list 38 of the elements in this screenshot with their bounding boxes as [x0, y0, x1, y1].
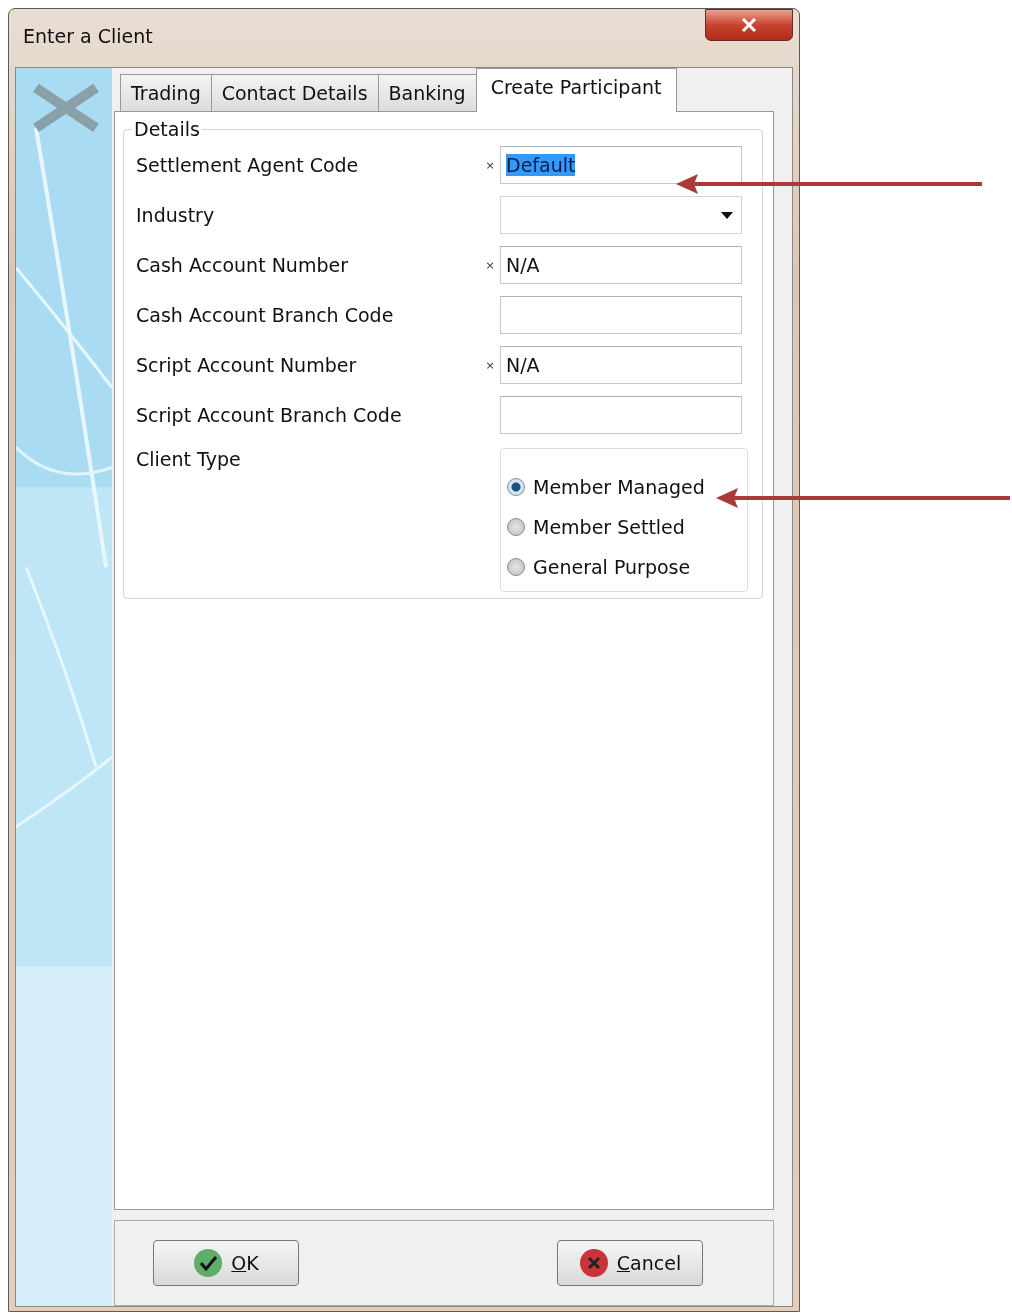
radio-option[interactable]: Member Settled: [507, 507, 747, 547]
check-icon: [193, 1248, 224, 1278]
radio-label: Member Managed: [533, 476, 705, 498]
input-field[interactable]: Default: [500, 146, 742, 184]
field-label: Script Account Number: [136, 354, 358, 376]
cancel-icon: [578, 1248, 609, 1278]
required-marker: ×: [484, 158, 496, 172]
field-label: Industry: [136, 204, 216, 226]
caret-icon: [721, 211, 733, 219]
field-label: Settlement Agent Code: [136, 154, 360, 176]
input-field[interactable]: [500, 396, 742, 434]
radio-label: General Purpose: [533, 556, 691, 578]
radio-button[interactable]: [507, 558, 525, 576]
tab[interactable]: Create Participant: [475, 68, 677, 112]
tab[interactable]: Trading: [120, 74, 212, 112]
tab[interactable]: Banking: [377, 74, 477, 112]
field-label: Cash Account Number: [136, 254, 349, 276]
radio-option[interactable]: General Purpose: [507, 547, 747, 587]
radio-button[interactable]: [507, 518, 525, 536]
field-label: Cash Account Branch Code: [136, 304, 395, 326]
close-button[interactable]: [705, 9, 793, 41]
group-title: Details: [133, 118, 201, 140]
ok-button[interactable]: OK: [153, 1240, 299, 1286]
radio-option[interactable]: Member Managed: [507, 467, 747, 507]
field-label: Script Account Branch Code: [136, 404, 403, 426]
required-marker: ×: [484, 358, 496, 372]
input-field[interactable]: N/A: [500, 246, 742, 284]
close-icon: [741, 18, 757, 32]
radio-label: Member Settled: [533, 516, 685, 538]
cancel-button[interactable]: Cancel: [557, 1240, 703, 1286]
input-field[interactable]: [500, 296, 742, 334]
radio-button[interactable]: [507, 478, 525, 496]
field-label: Client Type: [136, 448, 242, 470]
input-field[interactable]: N/A: [500, 346, 742, 384]
window-title: Enter a Client: [23, 25, 153, 47]
required-marker: ×: [484, 258, 496, 272]
tab[interactable]: Contact Details: [210, 74, 379, 112]
dropdown-field[interactable]: [500, 196, 742, 234]
